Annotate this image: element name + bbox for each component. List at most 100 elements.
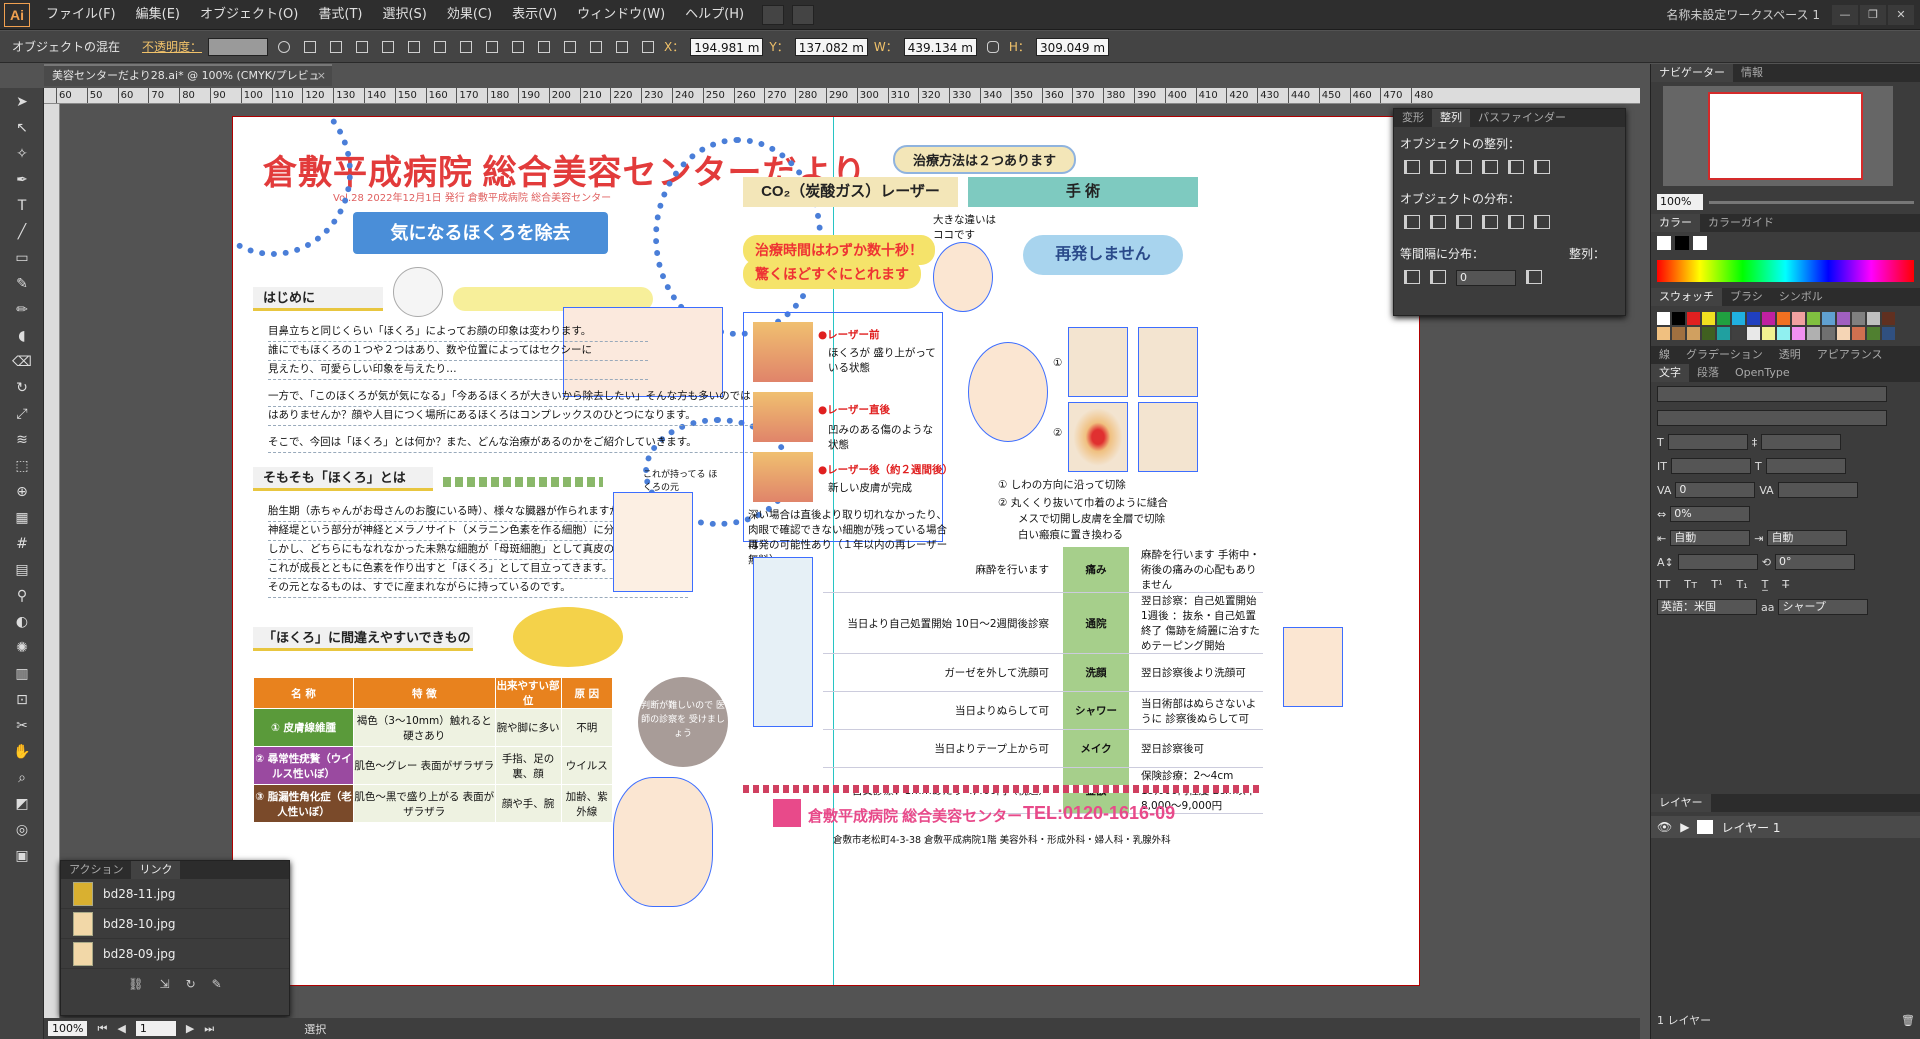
subscript-icon[interactable]: T₁: [1737, 578, 1748, 591]
perspective-grid-tool-icon[interactable]: ▦: [5, 506, 39, 530]
color-swatch[interactable]: [1807, 327, 1820, 340]
blend-tool-icon[interactable]: ◐: [5, 610, 39, 634]
all-caps-icon[interactable]: TT: [1657, 578, 1670, 591]
table-row[interactable]: 当日よりテープ上から可 メイク 翌日診察後可: [823, 729, 1263, 768]
boy-face-illustration[interactable]: [968, 342, 1048, 442]
footer-address[interactable]: 倉敷市老松町4-3-38 倉敷平成病院1階 美容外科・形成外科・婦人科・乳腺外科: [833, 832, 1171, 846]
section-heading-lookalikes[interactable]: 「ほくろ」に間違えやすいできもの: [253, 627, 473, 651]
navigator-zoom-slider[interactable]: [1709, 200, 1914, 204]
color-swatch[interactable]: [1717, 312, 1730, 325]
rectangle-tool-icon[interactable]: ▭: [5, 246, 39, 270]
small-caps-icon[interactable]: Tт: [1684, 578, 1697, 591]
line-tool-icon[interactable]: ╱: [5, 220, 39, 244]
first-artboard-icon[interactable]: ⏮: [97, 1022, 107, 1036]
opacity-link[interactable]: 不透明度：: [142, 38, 202, 55]
color-swatch[interactable]: [1747, 312, 1760, 325]
align-left-icon[interactable]: [1404, 160, 1420, 174]
layer-name[interactable]: レイヤー 1: [1721, 819, 1780, 836]
no-recurrence-bubble[interactable]: 再発しません: [1023, 235, 1183, 275]
tab-symbols[interactable]: シンボル: [1771, 288, 1831, 306]
color-swatch[interactable]: [1732, 327, 1745, 340]
artboard-number-field[interactable]: 1: [135, 1021, 176, 1036]
graph-tool-icon[interactable]: ▥: [5, 662, 39, 686]
section-heading-what-is[interactable]: そもそも「ほくろ」とは: [253, 467, 433, 491]
table-row[interactable]: ガーゼを外して洗顔可 洗顔 翌日診察後より洗顔可: [823, 653, 1263, 692]
laser-2weeks-title[interactable]: ●レーザー後（約２週間後）: [818, 462, 953, 477]
excision-diagram-4[interactable]: [1138, 402, 1198, 472]
align-center-icon[interactable]: [352, 37, 372, 57]
menu-file[interactable]: ファイル(F): [36, 0, 126, 30]
free-transform-tool-icon[interactable]: ⬚: [5, 454, 39, 478]
tab-navigator[interactable]: ナビゲーター: [1651, 64, 1733, 82]
laser-after-desc[interactable]: 凹みのある傷のような状態: [828, 422, 938, 452]
tab-info[interactable]: 情報: [1733, 64, 1771, 82]
eyedropper-tool-icon[interactable]: ⚲: [5, 584, 39, 608]
align-bottom-icon[interactable]: [456, 37, 476, 57]
laser-after-title[interactable]: ●レーザー直後: [818, 402, 890, 417]
vertical-ruler[interactable]: [44, 104, 60, 1018]
align-top-icon[interactable]: [404, 37, 424, 57]
laser-note-1[interactable]: 深い場合は直後より取り切れなかったり、: [748, 507, 948, 522]
navigator-preview[interactable]: [1663, 86, 1893, 186]
align-left-icon[interactable]: [326, 37, 346, 57]
antialias-select[interactable]: シャープ: [1778, 599, 1869, 615]
color-swatch[interactable]: [1777, 327, 1790, 340]
color-swatch[interactable]: [1822, 312, 1835, 325]
tab-stroke[interactable]: 線: [1651, 346, 1678, 364]
intro-line-6[interactable]: そこで、今回は「ほくろ」とは何か？また、どんな治療があるのかをご紹介していきます…: [268, 433, 788, 453]
woman-illustration[interactable]: [613, 492, 693, 592]
align-top-icon[interactable]: [1482, 160, 1498, 174]
flower-illustration[interactable]: [513, 607, 623, 667]
tab-links[interactable]: リンク: [131, 861, 181, 879]
gradient-tool-icon[interactable]: ▤: [5, 558, 39, 582]
last-artboard-icon[interactable]: ⏭: [204, 1022, 214, 1036]
distribute-top-icon[interactable]: [1404, 215, 1420, 229]
intro-line-5[interactable]: はありませんか？顔や人目につく場所にあるほくろはコンプレックスのひとつになります…: [268, 406, 788, 426]
surgery-step-1[interactable]: ① しわの方向に沿って切除: [998, 477, 1126, 492]
chick-illustration[interactable]: [393, 267, 443, 317]
close-tab-icon[interactable]: ×: [317, 66, 326, 85]
rotate-tool-icon[interactable]: ↻: [5, 376, 39, 400]
symbol-sprayer-tool-icon[interactable]: ✺: [5, 636, 39, 660]
font-style-select[interactable]: [1657, 410, 1887, 426]
tab-character[interactable]: 文字: [1651, 364, 1689, 382]
color-swatch[interactable]: [1657, 312, 1670, 325]
align-to-icon[interactable]: [300, 37, 320, 57]
color-swatch[interactable]: [1762, 327, 1775, 340]
color-swatch[interactable]: [1837, 327, 1850, 340]
align-right-icon[interactable]: [378, 37, 398, 57]
link-proportions-icon[interactable]: [983, 37, 1003, 57]
color-swatch[interactable]: [1777, 312, 1790, 325]
navigator-zoom-field[interactable]: 100%: [1657, 194, 1703, 210]
align-to-selection-icon[interactable]: [1526, 270, 1542, 284]
intro-line-4[interactable]: 一方で、「このほくろが気が気になる」「今あるほくろが大きいから除去したい」そんな…: [268, 387, 788, 407]
update-link-icon[interactable]: ↻: [186, 977, 196, 991]
intro-line-2[interactable]: 誰にでもほくろの１つや２つはあり、数や位置によってはセクシーに: [268, 341, 648, 361]
surgery-step-4[interactable]: 白い瘢痕に置き換わる: [1018, 527, 1123, 542]
aki-right-select[interactable]: 自動: [1767, 530, 1848, 546]
horizontal-ruler[interactable]: 60 50 60 70 80 90 100 110 120 130 140 150 160 170 180 1…: [44, 88, 1640, 104]
color-swatch[interactable]: [1822, 327, 1835, 340]
font-family-select[interactable]: [1657, 386, 1887, 402]
h-field[interactable]: 309.049 m: [1035, 37, 1110, 56]
vertical-scale-field[interactable]: [1670, 458, 1751, 474]
tab-pathfinder[interactable]: パスファインダー: [1470, 109, 1574, 127]
magic-wand-tool-icon[interactable]: ✧: [5, 142, 39, 166]
distribute-bottom-icon[interactable]: [534, 37, 554, 57]
pencil-tool-icon[interactable]: ✏: [5, 298, 39, 322]
tab-actions[interactable]: アクション: [61, 861, 131, 879]
horizontal-scale-field[interactable]: [1765, 458, 1846, 474]
intro-line-1[interactable]: 目鼻立ちと同じくらい「ほくろ」によってお顔の印象は変わります。: [268, 322, 648, 342]
document-tab[interactable]: 美容センターだより28.ai* @ 100% (CMYK/プレビュー) ×: [44, 64, 332, 101]
surgery-step-3[interactable]: メスで切開し皮膚を全層で切除: [1018, 511, 1165, 526]
footer-hospital-name[interactable]: 倉敷平成病院 総合美容センター: [808, 805, 1022, 826]
excision-diagram-2[interactable]: [1138, 327, 1198, 397]
recolor-icon[interactable]: [274, 37, 294, 57]
menu-window[interactable]: ウィンドウ(W): [567, 0, 675, 30]
table-row[interactable]: 麻酔を行います 痛み 麻酔を行います 手術中・術後の痛みの心配もありません: [823, 547, 1263, 593]
menu-help[interactable]: ヘルプ(H): [675, 0, 754, 30]
tab-opentype[interactable]: OpenType: [1727, 364, 1798, 382]
language-select[interactable]: 英語：米国: [1657, 599, 1757, 615]
color-swatch[interactable]: [1747, 327, 1760, 340]
color-swatch[interactable]: [1867, 312, 1880, 325]
